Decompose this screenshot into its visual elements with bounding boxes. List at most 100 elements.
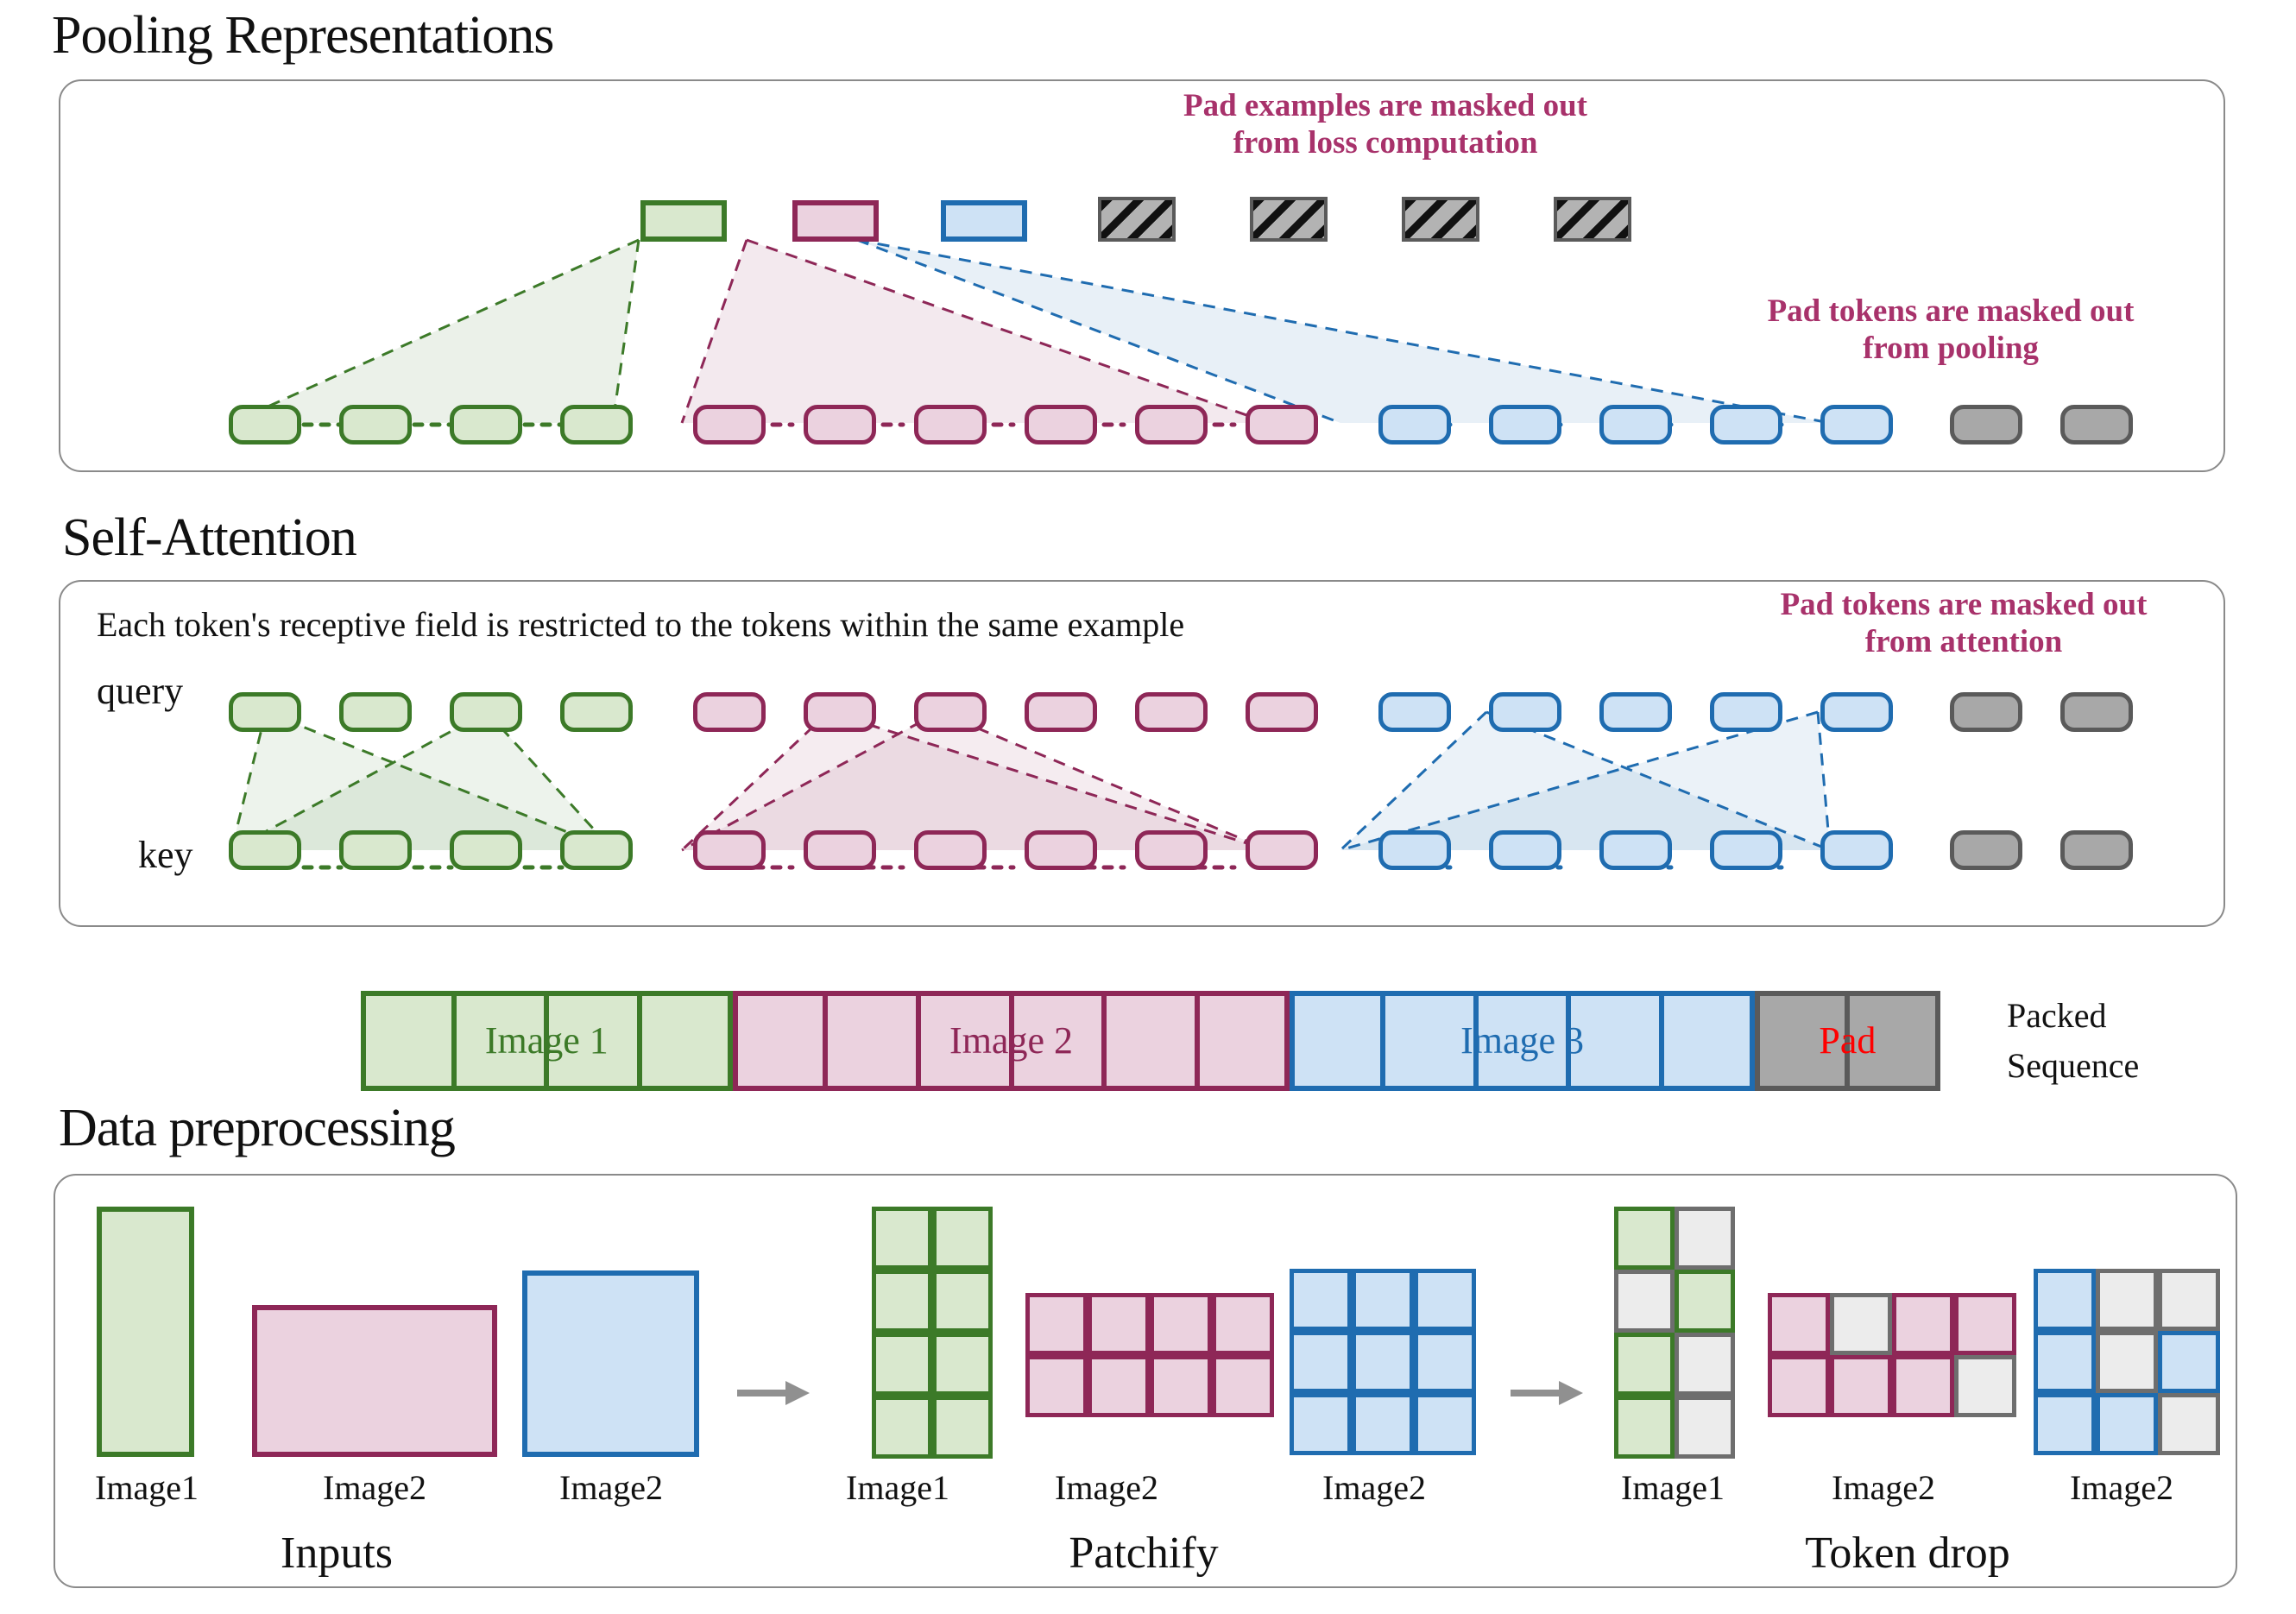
- tokendrop-cell-blue-kept: [2034, 1331, 2096, 1393]
- key-token-blue: [1378, 830, 1451, 870]
- input-caption-3: Image2: [559, 1468, 663, 1507]
- query-row-label: query: [97, 670, 184, 712]
- tokendrop-cell-blue-kept: [2158, 1331, 2220, 1393]
- query-token-blue: [1599, 692, 1672, 732]
- stage-label-patchify: Patchify: [1069, 1529, 1219, 1578]
- patchify-cell-blue-kept: [1352, 1393, 1414, 1455]
- patchify-caption-2: Image2: [1055, 1468, 1158, 1507]
- tokendrop-cell-blue-kept: [2096, 1393, 2158, 1455]
- query-token-pink: [1135, 692, 1208, 732]
- tokendrop-cell-pink-kept: [1830, 1355, 1892, 1417]
- pooling-token-gray: [1950, 405, 2022, 444]
- patchify-cell-blue-kept: [1414, 1269, 1476, 1331]
- key-token-green: [560, 830, 633, 870]
- patchify-cell-green-kept: [932, 1270, 993, 1333]
- attention-pad-note: Pad tokens are masked out from attention: [1780, 587, 2148, 659]
- patchify-cell-blue-kept: [1290, 1331, 1352, 1393]
- key-token-pink: [914, 830, 987, 870]
- tokendrop-cell-pink-kept: [1768, 1293, 1830, 1355]
- patchify-cell-blue-kept: [1414, 1393, 1476, 1455]
- attention-section-title: Self-Attention: [62, 508, 357, 567]
- tokendrop-cell-pink-kept: [1892, 1293, 1954, 1355]
- key-token-pink: [693, 830, 766, 870]
- patchify-cell-green-kept: [932, 1333, 993, 1396]
- pooled-rep-image2: [792, 200, 879, 242]
- query-token-gray: [1950, 692, 2022, 732]
- tokendrop-cell-green-kept: [1614, 1333, 1675, 1396]
- pooling-token-gray: [2060, 405, 2133, 444]
- packed-segment-label: Image 3: [1460, 1019, 1585, 1062]
- pooling-token-pink: [693, 405, 766, 444]
- pooling-token-green: [560, 405, 633, 444]
- tokendrop-cell-green-kept: [1614, 1396, 1675, 1459]
- pooling-token-pink: [1135, 405, 1208, 444]
- pooling-loss-note: Pad examples are masked out from loss co…: [1183, 88, 1587, 161]
- pooling-token-green: [339, 405, 412, 444]
- key-token-blue: [1489, 830, 1561, 870]
- tokendrop-cell-blue-kept: [2034, 1393, 2096, 1455]
- pooling-token-pink: [804, 405, 876, 444]
- query-token-green: [229, 692, 301, 732]
- tokendrop-cell-green-dropped: [1675, 1333, 1735, 1396]
- tokendrop-caption-1: Image1: [1621, 1468, 1725, 1507]
- patchify-cell-pink-kept: [1212, 1355, 1274, 1417]
- key-row-label: key: [138, 834, 193, 876]
- query-token-pink: [804, 692, 876, 732]
- patchify-cell-blue-kept: [1352, 1331, 1414, 1393]
- pad-example-box: [1250, 197, 1328, 242]
- key-token-blue: [1820, 830, 1893, 870]
- patchify-cell-pink-kept: [1150, 1355, 1212, 1417]
- tokendrop-caption-3: Image2: [2070, 1468, 2173, 1507]
- tokendrop-cell-pink-dropped: [1830, 1293, 1892, 1355]
- pooled-rep-image3: [941, 200, 1027, 242]
- query-token-pink: [693, 692, 766, 732]
- attention-caption: Each token's receptive field is restrict…: [97, 605, 1185, 644]
- query-token-pink: [1025, 692, 1097, 732]
- tokendrop-cell-pink-kept: [1954, 1293, 2016, 1355]
- arrow-right-icon-1: [737, 1381, 810, 1405]
- key-token-blue: [1599, 830, 1672, 870]
- patchify-cell-pink-kept: [1212, 1293, 1274, 1355]
- tokendrop-cell-blue-kept: [2034, 1269, 2096, 1331]
- query-token-green: [560, 692, 633, 732]
- key-token-gray: [1950, 830, 2022, 870]
- pooling-token-pink: [1246, 405, 1318, 444]
- patchify-cell-blue-kept: [1414, 1331, 1476, 1393]
- tokendrop-cell-green-kept: [1675, 1270, 1735, 1333]
- packed-segment-label: Pad: [1819, 1019, 1877, 1062]
- tokendrop-cell-pink-kept: [1768, 1355, 1830, 1417]
- patchify-cell-green-kept: [932, 1207, 993, 1270]
- tokendrop-caption-2: Image2: [1832, 1468, 1935, 1507]
- pooling-pad-note: Pad tokens are masked out from pooling: [1767, 293, 2135, 366]
- preprocessing-section-title: Data preprocessing: [59, 1099, 456, 1157]
- patchify-caption-1: Image1: [846, 1468, 949, 1507]
- key-token-pink: [804, 830, 876, 870]
- patchify-cell-green-kept: [872, 1333, 932, 1396]
- input-image2: [252, 1305, 497, 1457]
- pooling-token-blue: [1489, 405, 1561, 444]
- patchify-cell-green-kept: [872, 1396, 932, 1459]
- input-caption-1: Image1: [95, 1468, 199, 1507]
- stage-label-tokendrop: Token drop: [1805, 1529, 2010, 1578]
- query-token-blue: [1820, 692, 1893, 732]
- tokendrop-cell-pink-dropped: [1954, 1355, 2016, 1417]
- patchify-cell-blue-kept: [1290, 1393, 1352, 1455]
- pooling-token-blue: [1710, 405, 1782, 444]
- patchify-cell-pink-kept: [1025, 1355, 1088, 1417]
- tokendrop-cell-blue-dropped: [2096, 1269, 2158, 1331]
- key-token-green: [229, 830, 301, 870]
- query-token-green: [450, 692, 522, 732]
- patchify-cell-green-kept: [932, 1396, 993, 1459]
- pooling-token-pink: [1025, 405, 1097, 444]
- patchify-cell-pink-kept: [1025, 1293, 1088, 1355]
- query-token-blue: [1710, 692, 1782, 732]
- pooling-section-title: Pooling Representations: [52, 6, 554, 65]
- pooling-token-green: [229, 405, 301, 444]
- query-token-blue: [1489, 692, 1561, 732]
- input-image1: [97, 1207, 194, 1457]
- tokendrop-cell-blue-dropped: [2158, 1269, 2220, 1331]
- key-token-pink: [1025, 830, 1097, 870]
- stage-label-inputs: Inputs: [281, 1529, 393, 1578]
- packed-segment-label: Image 1: [484, 1019, 609, 1062]
- input-caption-2: Image2: [323, 1468, 426, 1507]
